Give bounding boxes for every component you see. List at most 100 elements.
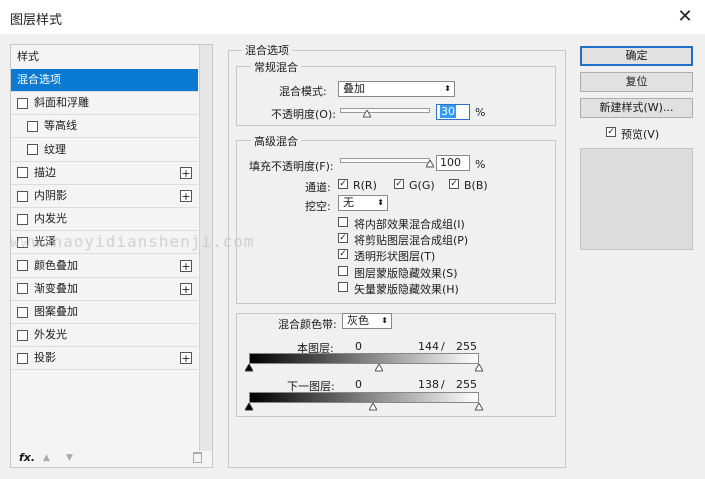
style-item-label: 斜面和浮雕 — [34, 96, 89, 110]
style-item-checkbox[interactable] — [27, 144, 38, 156]
advanced-option-checkbox[interactable] — [338, 217, 348, 227]
opacity-label: 不透明度(O): — [271, 108, 336, 121]
underlying-white-thumb[interactable] — [475, 403, 483, 411]
knockout-value: 无 — [343, 196, 354, 209]
blend-mode-label: 混合模式: — [279, 85, 327, 98]
preview-swatch — [580, 148, 693, 250]
advanced-option-checkbox[interactable]: ✓ — [338, 249, 348, 260]
underlying-mid-thumb[interactable] — [369, 403, 378, 411]
preview-label: 预览(V) — [621, 128, 660, 141]
style-item-checkbox[interactable] — [27, 120, 38, 132]
fill-slider-track[interactable] — [340, 158, 430, 163]
dropdown-icon: ⬍ — [381, 316, 388, 325]
new-style-button[interactable]: 新建样式(W)... — [580, 98, 693, 118]
fill-slider-thumb[interactable] — [426, 160, 434, 168]
styles-footer: fx. ▲ ▼ — [11, 451, 202, 467]
channels-label: 通道: — [305, 181, 331, 194]
style-item-4[interactable]: 描边 — [11, 162, 198, 184]
close-icon[interactable]: ✕ — [672, 5, 698, 29]
fill-opacity-input[interactable]: 100 — [436, 155, 470, 171]
style-item-9[interactable]: 渐变叠加 — [11, 278, 198, 300]
style-item-5[interactable]: 内阴影 — [11, 185, 198, 207]
style-item-checkbox[interactable] — [17, 306, 28, 318]
advanced-option-label: 透明形状图层(T) — [354, 250, 436, 264]
style-item-0[interactable]: 混合选项 — [11, 69, 198, 91]
channel-b-label: B(B) — [464, 179, 488, 192]
style-item-label: 渐变叠加 — [34, 281, 78, 295]
advanced-option-label: 矢量蒙版隐藏效果(H) — [354, 282, 459, 296]
channel-r-checkbox[interactable]: ✓ — [338, 179, 348, 189]
dropdown-icon: ⬍ — [377, 198, 384, 207]
underlying-mid: 138 — [418, 378, 439, 391]
trash-icon[interactable] — [193, 452, 202, 463]
fx-icon[interactable]: fx. — [19, 451, 35, 464]
this-layer-black-thumb[interactable] — [245, 364, 253, 372]
add-effect-plus-icon[interactable]: + — [180, 190, 192, 202]
style-item-label: 颜色叠加 — [34, 258, 78, 272]
style-item-checkbox[interactable] — [17, 329, 28, 341]
style-item-checkbox[interactable] — [17, 352, 28, 364]
style-item-6[interactable]: 内发光 — [11, 208, 198, 230]
knockout-label: 挖空: — [305, 200, 331, 213]
style-item-label: 图案叠加 — [34, 305, 78, 318]
style-item-8[interactable]: 颜色叠加 — [11, 255, 198, 277]
style-item-label: 等高线 — [44, 119, 77, 133]
advanced-blending-title: 高级混合 — [251, 133, 301, 149]
style-item-12[interactable]: 投影 — [11, 347, 198, 369]
style-item-label: 纹理 — [44, 142, 66, 156]
add-effect-plus-icon[interactable]: + — [180, 282, 192, 295]
style-item-label: 外发光 — [34, 328, 67, 342]
style-item-label: 描边 — [34, 165, 56, 179]
blend-options-title: 混合选项 — [242, 42, 292, 58]
style-item-checkbox[interactable] — [17, 190, 28, 202]
move-down-icon[interactable]: ▼ — [66, 453, 73, 463]
reset-button[interactable]: 复位 — [580, 72, 693, 92]
blend-if-label: 混合颜色带: — [278, 318, 337, 331]
underlying-slash: / — [441, 378, 445, 391]
channel-r-label: R(R) — [353, 179, 377, 192]
underlying-black-thumb[interactable] — [245, 403, 253, 411]
style-item-1[interactable]: 斜面和浮雕 — [11, 92, 198, 114]
underlying-white: 255 — [456, 378, 477, 391]
style-item-3[interactable]: 纹理 — [11, 139, 198, 161]
watermark: www.haoyidianshenji.com — [10, 232, 255, 251]
this-layer-white-thumb[interactable] — [475, 364, 483, 372]
preview-checkbox[interactable]: ✓ — [606, 127, 616, 137]
style-item-checkbox[interactable] — [17, 260, 28, 272]
dropdown-icon: ⬍ — [444, 84, 451, 93]
opacity-slider-thumb[interactable] — [363, 110, 371, 118]
style-item-checkbox[interactable] — [17, 283, 28, 295]
advanced-option-label: 将剪贴图层混合成组(P) — [354, 234, 469, 248]
knockout-select[interactable]: 无 ⬍ — [338, 195, 388, 211]
this-layer-slash: / — [441, 340, 445, 353]
style-item-2[interactable]: 等高线 — [11, 115, 198, 137]
style-item-divider — [11, 369, 198, 371]
ok-button[interactable]: 确定 — [580, 46, 693, 66]
add-effect-plus-icon[interactable]: + — [180, 352, 192, 365]
style-item-checkbox[interactable] — [17, 167, 28, 179]
style-item-checkbox[interactable] — [17, 213, 28, 225]
style-item-11[interactable]: 外发光 — [11, 324, 198, 346]
add-effect-plus-icon[interactable]: + — [180, 166, 192, 179]
advanced-option-checkbox[interactable]: ✓ — [338, 233, 348, 244]
opacity-input[interactable]: 30 — [436, 104, 470, 120]
channel-b-checkbox[interactable]: ✓ — [449, 179, 459, 189]
advanced-option-label: 将内部效果混合成组(I) — [354, 218, 465, 231]
style-item-label: 混合选项 — [17, 73, 61, 86]
this-layer-gradient — [249, 353, 479, 364]
title-bar — [0, 0, 705, 34]
this-layer-black: 0 — [355, 340, 362, 353]
advanced-option-checkbox[interactable] — [338, 265, 348, 276]
advanced-option-checkbox[interactable] — [338, 281, 348, 292]
fill-opacity-unit: % — [475, 158, 486, 171]
style-item-checkbox[interactable] — [17, 97, 28, 109]
style-item-10[interactable]: 图案叠加 — [11, 301, 198, 323]
move-up-icon[interactable]: ▲ — [43, 453, 50, 463]
opacity-slider-track[interactable] — [340, 108, 430, 113]
this-layer-mid: 144 — [418, 340, 439, 353]
channel-g-checkbox[interactable]: ✓ — [394, 179, 404, 189]
blend-mode-select[interactable]: 叠加 ⬍ — [338, 81, 455, 97]
add-effect-plus-icon[interactable]: + — [180, 259, 192, 272]
blend-if-select[interactable]: 灰色 ⬍ — [342, 313, 392, 329]
this-layer-mid-thumb[interactable] — [374, 364, 383, 372]
